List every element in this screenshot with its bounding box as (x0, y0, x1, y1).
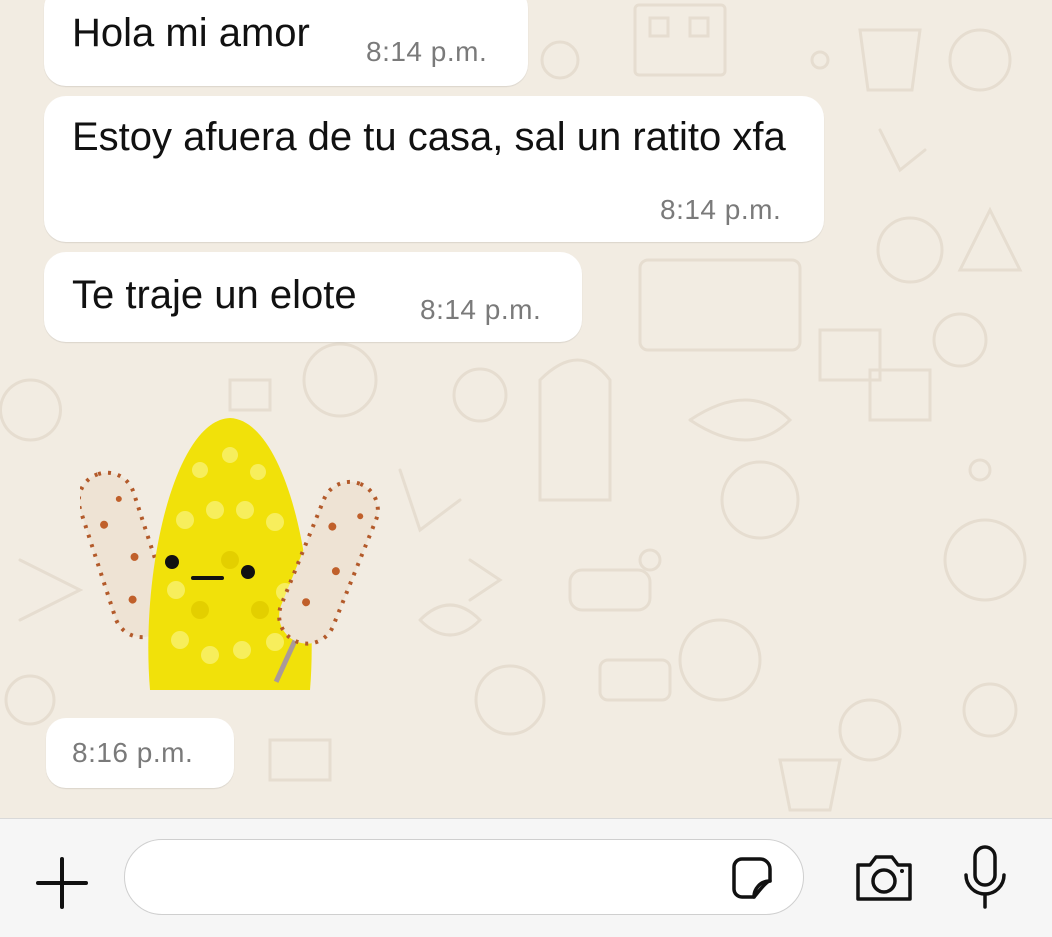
message-time: 8:14 p.m. (420, 294, 542, 325)
message-bubble[interactable]: Estoy afuera de tu casa, sal un ratito x… (44, 96, 824, 242)
message-time: 8:16 p.m. (72, 737, 194, 768)
sticker-time-badge: 8:16 p.m. (46, 718, 234, 788)
message-text: Estoy afuera de tu casa, sal un ratito x… (72, 115, 786, 159)
chat-area[interactable]: Hola mi amor 8:14 p.m. Estoy afuera de t… (0, 0, 1052, 818)
sticker-icon[interactable] (726, 853, 776, 903)
plus-icon[interactable] (34, 855, 90, 911)
message-text: Te traje un elote (72, 273, 357, 317)
message-bubble[interactable]: Hola mi amor 8:14 p.m. (44, 0, 528, 86)
message-input[interactable] (124, 839, 804, 915)
composer-bar (0, 818, 1052, 937)
corn-sticker[interactable] (80, 410, 380, 700)
message-bubble[interactable]: Te traje un elote 8:14 p.m. (44, 252, 582, 342)
message-time: 8:14 p.m. (366, 36, 488, 67)
message-text: Hola mi amor (72, 11, 310, 55)
camera-icon[interactable] (852, 849, 916, 905)
message-time: 8:14 p.m. (660, 194, 782, 225)
microphone-icon[interactable] (960, 843, 1010, 913)
